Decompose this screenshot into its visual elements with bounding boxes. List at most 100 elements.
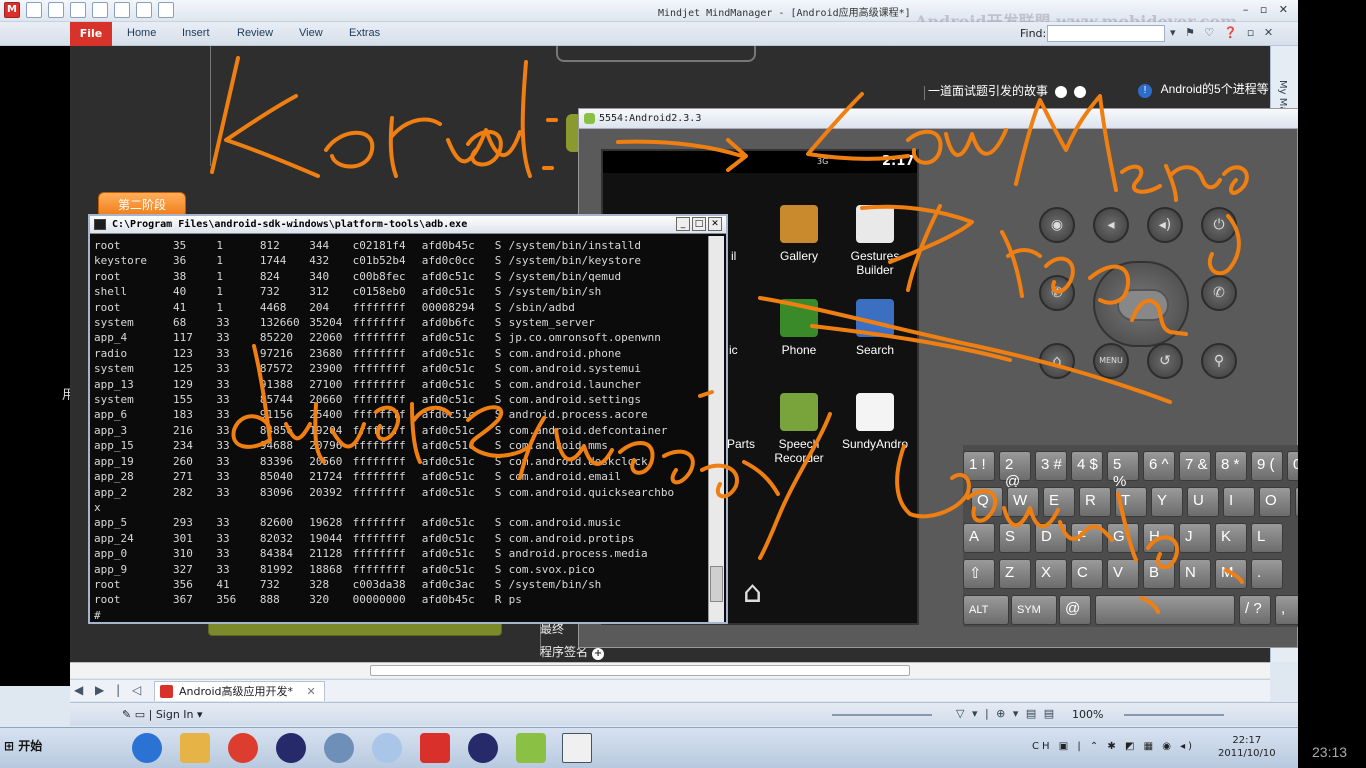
keyboard-key[interactable]: I	[1223, 487, 1255, 517]
tab-insert[interactable]: Insert	[182, 27, 210, 39]
app-partial-label[interactable]: il	[731, 249, 736, 263]
dpad-center[interactable]	[1117, 289, 1169, 321]
keyboard-key[interactable]: 1 !	[963, 451, 995, 481]
scrollbar-thumb[interactable]	[710, 566, 723, 602]
keyboard-key[interactable]: F	[1071, 523, 1103, 553]
undo-icon[interactable]	[114, 2, 130, 18]
keyboard-key[interactable]: 5 %	[1107, 451, 1139, 490]
qq-icon[interactable]	[324, 733, 354, 763]
keyboard-key[interactable]: K	[1215, 523, 1247, 553]
keyboard-key[interactable]: Q	[971, 487, 1003, 517]
keyboard-key[interactable]: @	[1059, 595, 1091, 625]
minimize-button[interactable]: _	[676, 217, 690, 231]
keyboard-key[interactable]: W	[1007, 487, 1039, 517]
mindmanager-icon[interactable]	[420, 733, 450, 763]
space-key[interactable]	[1095, 595, 1235, 625]
keyboard-key[interactable]: E	[1043, 487, 1075, 517]
app-partial-label[interactable]: ic	[729, 343, 738, 357]
home-icon[interactable]: ⌂	[743, 575, 762, 610]
keyboard-key[interactable]: P	[1295, 487, 1298, 517]
console-title-bar[interactable]: C:\Program Files\android-sdk-windows\pla…	[90, 216, 726, 234]
camera-button[interactable]: ◉	[1039, 207, 1075, 243]
app-phone[interactable]: Phone	[759, 299, 839, 357]
keyboard-key[interactable]: SYM	[1011, 595, 1057, 625]
power-button[interactable]: ⏻	[1201, 207, 1237, 243]
start-button[interactable]: ⊞ 开始	[4, 737, 42, 754]
keyboard-key[interactable]: H	[1143, 523, 1175, 553]
keyboard-key[interactable]: C	[1071, 559, 1103, 589]
print-icon[interactable]	[92, 2, 108, 18]
tab-nav-arrows[interactable]: ◀ ▶ | ◁	[74, 683, 145, 697]
system-tray[interactable]: CH ▣ | ⌃ ✱ ◩ ▦ ◉ ◂)	[1032, 741, 1195, 752]
console-scrollbar[interactable]	[708, 236, 724, 622]
keyboard-key[interactable]: 6 ^	[1143, 451, 1175, 481]
keyboard-key[interactable]: D	[1035, 523, 1067, 553]
search-button[interactable]: ⚲	[1201, 343, 1237, 379]
mindmanager-logo-icon[interactable]: M	[4, 2, 20, 18]
keyboard-key[interactable]: 4 $	[1071, 451, 1103, 481]
emulator-title-bar[interactable]: 5554:Android2.3.3	[579, 109, 1298, 129]
eclipse-icon[interactable]	[276, 733, 306, 763]
file-tab[interactable]: File	[70, 22, 112, 46]
keyboard-key[interactable]: V	[1107, 559, 1139, 589]
keyboard-key[interactable]: R	[1079, 487, 1111, 517]
dpad[interactable]	[1093, 261, 1189, 347]
map-node-story[interactable]: 一道面试题引发的故事	[928, 82, 1086, 99]
keyboard-key[interactable]: S	[999, 523, 1031, 553]
explorer-icon[interactable]	[180, 733, 210, 763]
keyboard-key[interactable]: A	[963, 523, 995, 553]
keyboard-key[interactable]: M	[1215, 559, 1247, 589]
keyboard-key[interactable]: .	[1251, 559, 1283, 589]
keyboard-key[interactable]: J	[1179, 523, 1211, 553]
keyboard-key[interactable]: X	[1035, 559, 1067, 589]
cmd-taskbar-icon[interactable]	[562, 733, 592, 763]
status-tools[interactable]: ▽ ▾ | ⊕ ▾ ▤ ▤	[956, 707, 1056, 720]
home-button[interactable]: ⌂	[1039, 343, 1075, 379]
close-tab-icon[interactable]: ✕	[307, 685, 316, 698]
call-button[interactable]: ✆	[1039, 275, 1075, 311]
new-document-icon[interactable]	[26, 2, 42, 18]
open-folder-icon[interactable]	[48, 2, 64, 18]
eclipse-icon-2[interactable]	[468, 733, 498, 763]
ribbon-tools[interactable]: ▾ ⚑ ♡ ❓ ▫ ✕	[1170, 26, 1276, 39]
keyboard-key[interactable]: 0	[1287, 451, 1298, 481]
keyboard-key[interactable]: 3 #	[1035, 451, 1067, 481]
expand-icon[interactable]: +	[592, 648, 605, 660]
scrollbar-thumb[interactable]	[370, 665, 910, 676]
tab-review[interactable]: Review	[237, 27, 273, 39]
window-controls[interactable]: – ▫ ✕	[1243, 3, 1292, 16]
tab-view[interactable]: View	[299, 27, 323, 39]
zoom-slider[interactable]	[1124, 714, 1224, 716]
close-button[interactable]: ✕	[708, 217, 722, 231]
keyboard-key[interactable]: 7 &	[1179, 451, 1211, 481]
end-call-button[interactable]: ✆	[1201, 275, 1237, 311]
keyboard-key[interactable]: U	[1187, 487, 1219, 517]
find-input[interactable]	[1047, 25, 1165, 42]
keyboard-key[interactable]: ⇧	[963, 559, 995, 589]
app-partial-label[interactable]: Parts	[727, 437, 755, 451]
menu-button[interactable]: MENU	[1093, 343, 1129, 379]
horizontal-scrollbar[interactable]	[70, 662, 1270, 678]
map-node-process[interactable]: ! Android的5个进程等	[1138, 80, 1269, 98]
keyboard-key[interactable]: ,	[1275, 595, 1298, 625]
keyboard-key[interactable]: / ?	[1239, 595, 1271, 625]
keyboard-key[interactable]: ALT	[963, 595, 1009, 625]
volume-up-button[interactable]: ◂)	[1147, 207, 1183, 243]
keyboard-key[interactable]: G	[1107, 523, 1139, 553]
app-gestures-builder[interactable]: Gestures Builder	[835, 205, 915, 277]
document-tab[interactable]: Android高级应用开发* ✕	[154, 681, 325, 701]
app-search[interactable]: Search	[835, 299, 915, 357]
maximize-button[interactable]: □	[692, 217, 706, 231]
volume-down-button[interactable]: ◂	[1093, 207, 1129, 243]
help-icon[interactable]	[158, 2, 174, 18]
map-slider[interactable]	[832, 714, 932, 716]
redo-icon[interactable]	[136, 2, 152, 18]
app-sundyandro[interactable]: SundyAndro	[835, 393, 915, 451]
save-icon[interactable]	[70, 2, 86, 18]
keyboard-key[interactable]: T	[1115, 487, 1147, 517]
keyboard-key[interactable]: B	[1143, 559, 1175, 589]
tab-home[interactable]: Home	[127, 27, 156, 39]
back-button[interactable]: ↺	[1147, 343, 1183, 379]
keyboard-key[interactable]: Z	[999, 559, 1031, 589]
taskbar-clock[interactable]: 22:17 2011/10/10	[1218, 734, 1276, 760]
